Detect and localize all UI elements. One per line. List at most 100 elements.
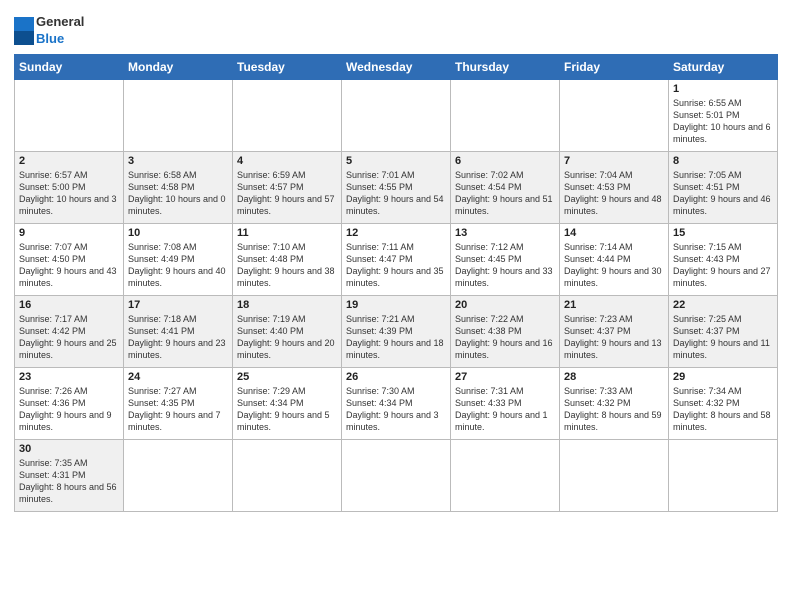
calendar-cell-4-6: 21 Sunrise: 7:23 AM Sunset: 4:37 PM Dayli… [560, 295, 669, 367]
day-number: 14 [564, 227, 664, 239]
day-info: Sunrise: 7:34 AM Sunset: 4:32 PM Dayligh… [673, 385, 773, 434]
logo-text: General Blue [36, 14, 84, 48]
day-number: 5 [346, 155, 446, 167]
calendar-cell-4-1: 16 Sunrise: 7:17 AM Sunset: 4:42 PM Dayli… [15, 295, 124, 367]
calendar-cell-6-6 [560, 439, 669, 511]
day-info: Sunrise: 7:29 AM Sunset: 4:34 PM Dayligh… [237, 385, 337, 434]
day-number: 11 [237, 227, 337, 239]
day-number: 15 [673, 227, 773, 239]
day-info: Sunrise: 7:22 AM Sunset: 4:38 PM Dayligh… [455, 313, 555, 362]
calendar-cell-2-2: 3 Sunrise: 6:58 AM Sunset: 4:58 PM Daylig… [124, 151, 233, 223]
logo-blue: Blue [36, 31, 84, 48]
day-info: Sunrise: 7:17 AM Sunset: 4:42 PM Dayligh… [19, 313, 119, 362]
day-info: Sunrise: 7:30 AM Sunset: 4:34 PM Dayligh… [346, 385, 446, 434]
col-header-tuesday: Tuesday [233, 54, 342, 79]
day-number: 28 [564, 371, 664, 383]
day-number: 4 [237, 155, 337, 167]
day-info: Sunrise: 6:58 AM Sunset: 4:58 PM Dayligh… [128, 169, 228, 218]
day-info: Sunrise: 7:08 AM Sunset: 4:49 PM Dayligh… [128, 241, 228, 290]
day-info: Sunrise: 7:10 AM Sunset: 4:48 PM Dayligh… [237, 241, 337, 290]
calendar-cell-1-7: 1 Sunrise: 6:55 AM Sunset: 5:01 PM Daylig… [669, 79, 778, 151]
calendar-cell-1-2 [124, 79, 233, 151]
day-info: Sunrise: 7:23 AM Sunset: 4:37 PM Dayligh… [564, 313, 664, 362]
day-info: Sunrise: 7:15 AM Sunset: 4:43 PM Dayligh… [673, 241, 773, 290]
calendar-cell-3-1: 9Sunrise: 7:07 AM Sunset: 4:50 PM Daylig… [15, 223, 124, 295]
day-number: 10 [128, 227, 228, 239]
calendar-cell-3-3: 11 Sunrise: 7:10 AM Sunset: 4:48 PM Dayli… [233, 223, 342, 295]
day-number: 6 [455, 155, 555, 167]
day-info: Sunrise: 7:04 AM Sunset: 4:53 PM Dayligh… [564, 169, 664, 218]
day-number: 27 [455, 371, 555, 383]
calendar: SundayMondayTuesdayWednesdayThursdayFrid… [14, 54, 778, 512]
day-number: 25 [237, 371, 337, 383]
calendar-cell-5-1: 23Sunrise: 7:26 AM Sunset: 4:36 PM Dayli… [15, 367, 124, 439]
calendar-cell-5-5: 27 Sunrise: 7:31 AM Sunset: 4:33 PM Dayli… [451, 367, 560, 439]
calendar-cell-6-7 [669, 439, 778, 511]
day-number: 21 [564, 299, 664, 311]
day-info: Sunrise: 6:59 AM Sunset: 4:57 PM Dayligh… [237, 169, 337, 218]
day-info: Sunrise: 7:07 AM Sunset: 4:50 PM Dayligh… [19, 241, 119, 290]
day-info: Sunrise: 7:14 AM Sunset: 4:44 PM Dayligh… [564, 241, 664, 290]
calendar-cell-4-4: 19 Sunrise: 7:21 AM Sunset: 4:39 PM Dayli… [342, 295, 451, 367]
calendar-cell-2-3: 4 Sunrise: 6:59 AM Sunset: 4:57 PM Daylig… [233, 151, 342, 223]
calendar-cell-6-5 [451, 439, 560, 511]
day-info: Sunrise: 7:35 AM Sunset: 4:31 PM Dayligh… [19, 457, 119, 506]
calendar-cell-1-1 [15, 79, 124, 151]
calendar-cell-2-1: 2Sunrise: 6:57 AM Sunset: 5:00 PM Daylig… [15, 151, 124, 223]
day-info: Sunrise: 7:26 AM Sunset: 4:36 PM Dayligh… [19, 385, 119, 434]
col-header-monday: Monday [124, 54, 233, 79]
calendar-week-2: 2Sunrise: 6:57 AM Sunset: 5:00 PM Daylig… [15, 151, 778, 223]
calendar-header-row: SundayMondayTuesdayWednesdayThursdayFrid… [15, 54, 778, 79]
calendar-cell-3-7: 15 Sunrise: 7:15 AM Sunset: 4:43 PM Dayli… [669, 223, 778, 295]
calendar-cell-2-6: 7 Sunrise: 7:04 AM Sunset: 4:53 PM Daylig… [560, 151, 669, 223]
calendar-week-4: 16 Sunrise: 7:17 AM Sunset: 4:42 PM Dayli… [15, 295, 778, 367]
day-number: 8 [673, 155, 773, 167]
calendar-cell-3-2: 10 Sunrise: 7:08 AM Sunset: 4:49 PM Dayli… [124, 223, 233, 295]
calendar-cell-6-4 [342, 439, 451, 511]
day-number: 19 [346, 299, 446, 311]
day-info: Sunrise: 7:25 AM Sunset: 4:37 PM Dayligh… [673, 313, 773, 362]
calendar-cell-3-4: 12Sunrise: 7:11 AM Sunset: 4:47 PM Dayli… [342, 223, 451, 295]
calendar-cell-4-7: 22Sunrise: 7:25 AM Sunset: 4:37 PM Dayli… [669, 295, 778, 367]
day-number: 30 [19, 443, 119, 455]
day-info: Sunrise: 6:57 AM Sunset: 5:00 PM Dayligh… [19, 169, 119, 218]
day-info: Sunrise: 7:19 AM Sunset: 4:40 PM Dayligh… [237, 313, 337, 362]
col-header-wednesday: Wednesday [342, 54, 451, 79]
calendar-cell-4-5: 20Sunrise: 7:22 AM Sunset: 4:38 PM Dayli… [451, 295, 560, 367]
day-info: Sunrise: 7:27 AM Sunset: 4:35 PM Dayligh… [128, 385, 228, 434]
calendar-cell-5-4: 26Sunrise: 7:30 AM Sunset: 4:34 PM Dayli… [342, 367, 451, 439]
day-info: Sunrise: 6:55 AM Sunset: 5:01 PM Dayligh… [673, 97, 773, 146]
calendar-cell-5-7: 29Sunrise: 7:34 AM Sunset: 4:32 PM Dayli… [669, 367, 778, 439]
day-number: 1 [673, 83, 773, 95]
day-info: Sunrise: 7:33 AM Sunset: 4:32 PM Dayligh… [564, 385, 664, 434]
day-info: Sunrise: 7:21 AM Sunset: 4:39 PM Dayligh… [346, 313, 446, 362]
page: General Blue SundayMondayTuesdayWednesda… [0, 0, 792, 522]
day-info: Sunrise: 7:31 AM Sunset: 4:33 PM Dayligh… [455, 385, 555, 434]
day-number: 7 [564, 155, 664, 167]
day-info: Sunrise: 7:05 AM Sunset: 4:51 PM Dayligh… [673, 169, 773, 218]
day-number: 12 [346, 227, 446, 239]
calendar-cell-2-4: 5Sunrise: 7:01 AM Sunset: 4:55 PM Daylig… [342, 151, 451, 223]
calendar-cell-1-6 [560, 79, 669, 151]
day-info: Sunrise: 7:18 AM Sunset: 4:41 PM Dayligh… [128, 313, 228, 362]
calendar-cell-3-5: 13Sunrise: 7:12 AM Sunset: 4:45 PM Dayli… [451, 223, 560, 295]
calendar-cell-4-2: 17 Sunrise: 7:18 AM Sunset: 4:41 PM Dayli… [124, 295, 233, 367]
day-number: 18 [237, 299, 337, 311]
day-info: Sunrise: 7:12 AM Sunset: 4:45 PM Dayligh… [455, 241, 555, 290]
day-info: Sunrise: 7:02 AM Sunset: 4:54 PM Dayligh… [455, 169, 555, 218]
calendar-cell-1-4 [342, 79, 451, 151]
calendar-cell-1-3 [233, 79, 342, 151]
calendar-cell-3-6: 14 Sunrise: 7:14 AM Sunset: 4:44 PM Dayli… [560, 223, 669, 295]
logo-container: General Blue [14, 14, 84, 48]
day-number: 16 [19, 299, 119, 311]
day-number: 3 [128, 155, 228, 167]
logo-general: General [36, 14, 84, 31]
calendar-cell-5-6: 28 Sunrise: 7:33 AM Sunset: 4:32 PM Dayli… [560, 367, 669, 439]
col-header-sunday: Sunday [15, 54, 124, 79]
day-number: 17 [128, 299, 228, 311]
logo-flag-icon [14, 17, 34, 45]
day-number: 24 [128, 371, 228, 383]
col-header-saturday: Saturday [669, 54, 778, 79]
calendar-cell-1-5 [451, 79, 560, 151]
calendar-week-5: 23Sunrise: 7:26 AM Sunset: 4:36 PM Dayli… [15, 367, 778, 439]
